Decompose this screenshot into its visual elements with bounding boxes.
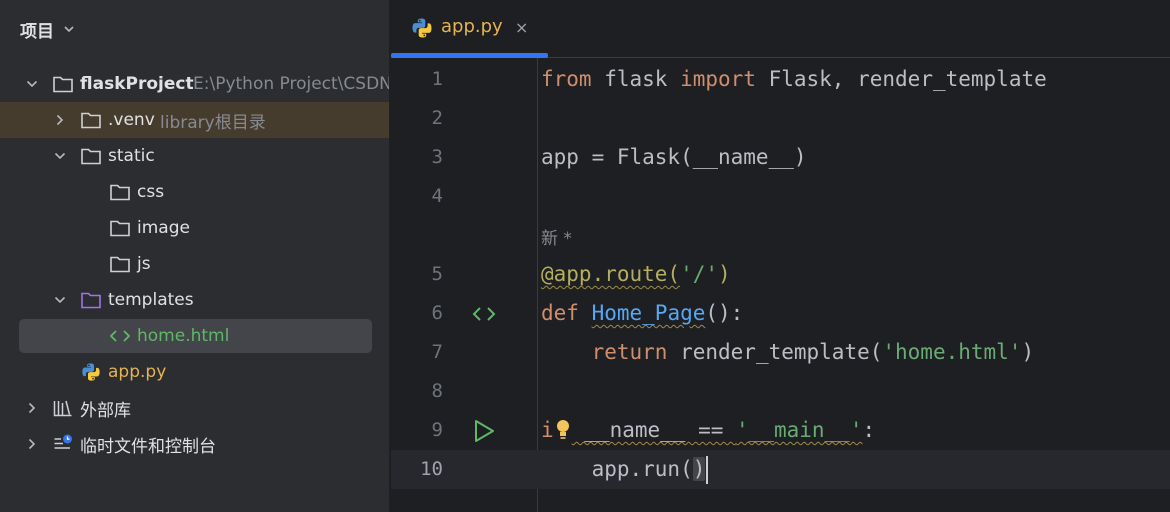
code-text: def Home_Page():: [541, 301, 744, 325]
code-text: app = Flask(__name__): [541, 145, 807, 169]
tree-item-label: js: [137, 254, 151, 274]
tree-item-flaskproject[interactable]: flaskProject E:\Python Project\CSDN: [0, 66, 390, 102]
python-icon: [82, 363, 100, 381]
folder-icon: [110, 256, 130, 273]
project-tree: flaskProject E:\Python Project\CSDN .ven…: [0, 66, 390, 462]
templates-folder-icon: [81, 292, 101, 309]
tree-item-templates[interactable]: templates: [0, 282, 389, 318]
code-text: i __name__ == '__main__':: [541, 418, 876, 442]
project-panel-header[interactable]: 项目: [20, 17, 76, 42]
tree-item-label: home.html: [137, 326, 230, 346]
project-panel: 项目 flaskProject E:\Python Project\CSDN .…: [0, 0, 390, 512]
tree-item-label: .venv: [108, 110, 155, 130]
scratches-icon: [54, 434, 72, 449]
chevron-down-icon[interactable]: [53, 293, 67, 307]
python-icon: [412, 18, 432, 38]
html-template-gutter-icon[interactable]: [469, 294, 499, 333]
code-line: 8: [391, 372, 1170, 411]
tree-item-venv[interactable]: .venv library根目录: [0, 102, 389, 138]
line-number: 2: [431, 107, 443, 129]
folder-icon: [81, 148, 101, 165]
chevron-right-icon[interactable]: [53, 113, 67, 127]
chevron-down-icon[interactable]: [53, 149, 67, 163]
tree-item-image[interactable]: image: [0, 210, 389, 246]
code-text: app.run(): [541, 450, 709, 489]
code-line-current: 10 app.run(): [391, 450, 1170, 489]
usage-inlay-hint[interactable]: 新 *: [541, 224, 572, 249]
tree-item-label: 外部库: [80, 400, 131, 421]
editor-tab-bar: app.py ×: [391, 0, 1170, 58]
text-cursor: [706, 456, 709, 484]
code-text: return render_template('home.html'): [591, 340, 1035, 364]
folder-icon: [110, 220, 130, 237]
project-path: E:\Python Project\CSDN: [193, 74, 390, 94]
line-number: 8: [431, 380, 443, 402]
tree-item-label: 临时文件和控制台: [80, 436, 216, 457]
run-icon[interactable]: [469, 411, 499, 450]
code-line: 6 def Home_Page():: [391, 294, 1170, 333]
code-line: 3 app = Flask(__name__): [391, 138, 1170, 177]
code-editor[interactable]: app.py × 1 from flask import Flask, rend…: [391, 0, 1170, 512]
line-number: 6: [431, 302, 443, 324]
line-number: 9: [431, 419, 443, 441]
tree-item-js[interactable]: js: [0, 246, 389, 282]
code-text: from flask import Flask, render_template: [541, 67, 1047, 91]
close-tab-button[interactable]: ×: [515, 18, 528, 37]
lightbulb-icon[interactable]: [554, 418, 572, 440]
code-line: 2: [391, 99, 1170, 138]
tree-item-external-libraries[interactable]: 外部库: [0, 390, 389, 426]
tree-item-static[interactable]: static: [0, 138, 389, 174]
tree-item-label: templates: [108, 290, 194, 310]
line-number: 4: [431, 185, 443, 207]
chevron-right-icon[interactable]: [25, 401, 39, 415]
tree-item-css[interactable]: css: [0, 174, 389, 210]
folder-icon: [53, 76, 73, 93]
active-tab-indicator: [391, 53, 548, 58]
tree-item-label: app.py: [108, 362, 167, 382]
line-number: 10: [420, 458, 443, 480]
code-line: 9 i __name__ == '__main__':: [391, 411, 1170, 450]
tree-item-label: flaskProject: [80, 74, 194, 94]
code-line: 1 from flask import Flask, render_templa…: [391, 60, 1170, 99]
chevron-down-icon: [64, 26, 74, 33]
tree-item-label: static: [108, 146, 155, 166]
tree-item-home-html[interactable]: home.html: [0, 318, 389, 354]
code-line: 4: [391, 177, 1170, 216]
folder-icon: [110, 184, 130, 201]
library-root-hint: library根目录: [160, 112, 266, 133]
code-line: 5 @app.route('/'): [391, 255, 1170, 294]
tree-item-app-py[interactable]: app.py: [0, 354, 389, 390]
project-panel-title: 项目: [20, 21, 54, 42]
tab-app-py[interactable]: app.py ×: [391, 0, 548, 58]
line-number: 3: [431, 146, 443, 168]
line-number: 1: [431, 68, 443, 90]
code-text: @app.route('/'): [541, 262, 731, 286]
code-line: 7 return render_template('home.html'): [391, 333, 1170, 372]
folder-icon: [81, 112, 101, 129]
tab-label: app.py: [441, 16, 503, 37]
tree-item-label: css: [137, 182, 165, 202]
tree-item-scratches[interactable]: 临时文件和控制台: [0, 426, 389, 462]
tree-item-label: image: [137, 218, 190, 238]
html-icon: [109, 330, 131, 342]
library-icon: [53, 400, 72, 417]
chevron-down-icon[interactable]: [25, 77, 39, 91]
line-number: 5: [431, 263, 443, 285]
chevron-right-icon[interactable]: [25, 437, 39, 451]
line-number: 7: [431, 341, 443, 363]
